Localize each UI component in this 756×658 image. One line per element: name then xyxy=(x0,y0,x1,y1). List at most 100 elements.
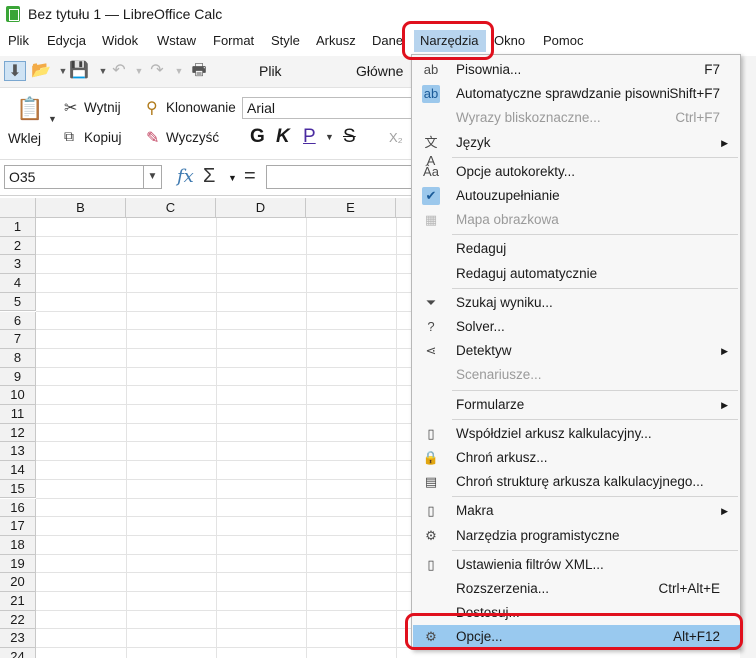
row-header[interactable]: 21 xyxy=(0,592,36,611)
menu-item-ustawienia-filtrów-xml[interactable]: ▯ Ustawienia filtrów XML... xyxy=(413,553,740,577)
menu-format[interactable]: Format xyxy=(213,32,254,50)
name-box[interactable]: O35 ▼ xyxy=(4,165,162,189)
menu-item-scenariusze: Scenariusze... xyxy=(413,363,740,387)
row-header[interactable]: 18 xyxy=(0,535,36,555)
strikethrough-button[interactable]: S xyxy=(343,126,356,148)
row-header[interactable]: 23 xyxy=(0,629,36,649)
row-header[interactable]: 22 xyxy=(0,610,36,630)
underline-button[interactable]: P xyxy=(303,126,316,148)
column-header[interactable]: D xyxy=(216,198,306,218)
paste-icon[interactable]: 📋 xyxy=(16,96,43,122)
row-header[interactable]: 1 xyxy=(0,218,36,237)
menu-item-współdziel-arkusz-kalkulacyjny[interactable]: ▯ Współdziel arkusz kalkulacyjny... xyxy=(413,422,740,446)
menu-item-pisownia[interactable]: ab Pisownia... F7 xyxy=(413,58,740,82)
name-box-dropdown-icon[interactable]: ▼ xyxy=(143,166,161,188)
menu-arkusz[interactable]: Arkusz xyxy=(316,32,356,50)
font-name-input[interactable]: Arial xyxy=(242,97,412,119)
column-header[interactable]: E xyxy=(306,198,396,218)
grid-column-line xyxy=(306,218,307,658)
menu-separator xyxy=(452,549,738,551)
row-header[interactable]: 4 xyxy=(0,274,36,293)
subscript-button[interactable]: X₂ xyxy=(389,130,403,145)
row-header[interactable]: 10 xyxy=(0,386,36,405)
select-all-corner[interactable] xyxy=(0,198,36,218)
annotation-opcje-frame xyxy=(405,613,743,650)
row-header[interactable]: 7 xyxy=(0,330,36,349)
row-header[interactable]: 11 xyxy=(0,405,36,424)
row-header[interactable]: 20 xyxy=(0,573,36,592)
tab-glowne[interactable]: Główne xyxy=(356,63,403,79)
cut-icon[interactable]: ✂ xyxy=(64,98,77,118)
copy-button[interactable]: Kopiuj xyxy=(84,130,122,145)
menu-item-autouzupełnianie[interactable]: ✔ Autouzupełnianie xyxy=(413,184,740,208)
formula-input[interactable] xyxy=(266,165,412,189)
menu-item-chroń-strukturę-arkusza-kalkulacyjnego[interactable]: ▤ Chroń strukturę arkusza kalkulacyjnego.… xyxy=(413,470,740,494)
sum-icon[interactable]: Σ xyxy=(203,165,215,188)
tab-plik[interactable]: Plik xyxy=(259,63,282,79)
menu-item-chroń-arkusz[interactable]: 🔒 Chroń arkusz... xyxy=(413,446,740,470)
open-folder-icon[interactable]: 📂 xyxy=(30,61,52,81)
column-header[interactable]: B xyxy=(36,198,126,218)
spreadsheet-grid[interactable]: BCDE 1 2 3 4 5 6 7 8 9 10 11 12 13 14 15 16 17 18 19 20 21 22… xyxy=(0,198,412,658)
menu-item-makra[interactable]: ▯ Makra ▶ xyxy=(413,499,740,523)
print-icon[interactable]: 🖶 xyxy=(188,61,210,81)
menu-item-język[interactable]: 文A Język ▶ xyxy=(413,131,740,168)
paste-dropdown-icon[interactable]: ▼ xyxy=(48,114,57,124)
copy-icon[interactable]: ⧉ xyxy=(64,128,74,145)
undo-icon[interactable]: ↶ xyxy=(108,61,130,81)
bold-button[interactable]: G xyxy=(250,126,265,148)
row-header[interactable]: 17 xyxy=(0,517,36,536)
function-wizard-icon[interactable]: fx xyxy=(177,166,194,187)
menu-item-detektyw[interactable]: ⋖ Detektyw ▶ xyxy=(413,339,740,363)
clone-button[interactable]: Klonowanie xyxy=(166,100,236,115)
row-header[interactable]: 5 xyxy=(0,292,36,312)
row-header[interactable]: 3 xyxy=(0,255,36,275)
row-header[interactable]: 12 xyxy=(0,423,36,443)
menu-item-narzędzia-programistyczne[interactable]: ⚙ Narzędzia programistyczne xyxy=(413,524,740,548)
clear-button[interactable]: Wyczyść xyxy=(166,130,219,145)
cut-button[interactable]: Wytnij xyxy=(84,100,121,115)
language-icon: 文A xyxy=(424,134,438,168)
menu-plik[interactable]: Plik xyxy=(8,32,29,50)
row-header[interactable]: 13 xyxy=(0,442,36,462)
menu-edycja[interactable]: Edycja xyxy=(47,32,86,50)
menu-wstaw[interactable]: Wstaw xyxy=(157,32,196,50)
menu-style[interactable]: Style xyxy=(271,32,300,50)
underline-dropdown-icon[interactable]: ▼ xyxy=(325,132,334,142)
menu-pomoc[interactable]: Pomoc xyxy=(543,32,583,50)
clear-formatting-icon[interactable]: ✎ xyxy=(146,128,159,148)
row-header[interactable]: 16 xyxy=(0,498,36,518)
column-header[interactable]: C xyxy=(126,198,216,218)
redo-dropdown-icon[interactable]: ▼ xyxy=(168,61,190,81)
paste-label[interactable]: Wklej xyxy=(8,131,41,146)
row-header[interactable]: 6 xyxy=(0,311,36,331)
menu-item-automatyczne-sprawdzanie-pisowni[interactable]: ab Automatyczne sprawdzanie pisowni Shift+… xyxy=(413,82,740,106)
menu-item-shortcut: Ctrl+Alt+E xyxy=(658,581,720,596)
menu-okno[interactable]: Okno xyxy=(494,32,525,50)
row-header[interactable]: 14 xyxy=(0,461,36,480)
formula-equals-icon[interactable]: = xyxy=(244,165,256,188)
sum-dropdown-icon[interactable]: ▼ xyxy=(228,173,237,183)
row-header[interactable]: 19 xyxy=(0,554,36,574)
clone-formatting-icon[interactable]: ⚲ xyxy=(146,98,158,118)
row-header[interactable]: 9 xyxy=(0,367,36,387)
menu-widok[interactable]: Widok xyxy=(102,32,138,50)
menu-item-opcje-autokorekty[interactable]: Ȃa Opcje autokorekty... xyxy=(413,160,740,184)
italic-button[interactable]: K xyxy=(276,126,290,148)
row-header[interactable]: 15 xyxy=(0,479,36,499)
row-header[interactable]: 8 xyxy=(0,348,36,368)
row-header[interactable]: 2 xyxy=(0,236,36,256)
menu-item-rozszerzenia[interactable]: Rozszerzenia... Ctrl+Alt+E xyxy=(413,577,740,601)
menu-item-solver[interactable]: ? Solver... xyxy=(413,315,740,339)
menu-item-redaguj[interactable]: Redaguj xyxy=(413,237,740,261)
grid-row-line xyxy=(36,422,412,424)
row-header[interactable]: 24 xyxy=(0,648,36,658)
navigator-icon[interactable]: ⬇ xyxy=(4,61,26,81)
menu-dane[interactable]: Dane xyxy=(372,32,403,50)
menu-item-szukaj-wyniku[interactable]: ⏷ Szukaj wyniku... xyxy=(413,291,740,315)
menu-item-label: Automatyczne sprawdzanie pisowni xyxy=(456,86,670,102)
save-icon[interactable]: 💾 xyxy=(68,61,90,81)
redo-icon[interactable]: ↷ xyxy=(146,61,168,81)
menu-item-redaguj-automatycznie[interactable]: Redaguj automatycznie xyxy=(413,262,740,286)
menu-item-formularze[interactable]: Formularze ▶ xyxy=(413,393,740,417)
